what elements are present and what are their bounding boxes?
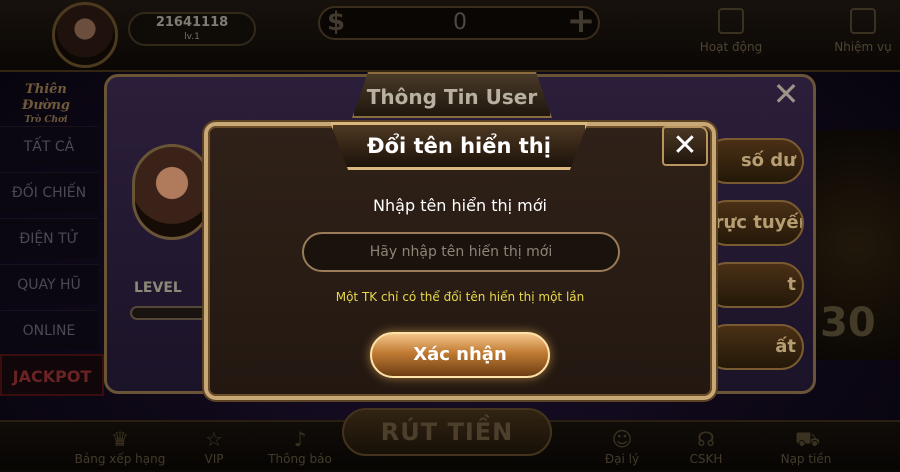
display-name-input[interactable] bbox=[302, 232, 620, 272]
dialog-title-plate: Đổi tên hiển thị bbox=[330, 122, 588, 170]
info-button-3[interactable]: t bbox=[704, 262, 804, 308]
info-button-balance[interactable]: số dư bbox=[704, 138, 804, 184]
user-info-close-icon[interactable]: ✕ bbox=[770, 78, 802, 110]
dialog-prompt: Nhập tên hiển thị mới bbox=[373, 196, 547, 215]
user-info-title-plate: Thông Tin User bbox=[352, 72, 552, 118]
level-progress-bar bbox=[130, 306, 210, 320]
user-info-avatar bbox=[132, 144, 212, 240]
user-info-title: Thông Tin User bbox=[366, 85, 538, 109]
dialog-close-icon[interactable]: ✕ bbox=[662, 126, 708, 166]
dialog-note: Một TK chỉ có thể đổi tên hiển thị một l… bbox=[335, 290, 585, 304]
level-label: LEVEL bbox=[134, 280, 182, 296]
confirm-button[interactable]: Xác nhận bbox=[370, 332, 550, 378]
info-button-online[interactable]: trực tuyến bbox=[704, 200, 804, 246]
info-button-4[interactable]: ất bbox=[704, 324, 804, 370]
dialog-title: Đổi tên hiển thị bbox=[367, 134, 551, 158]
